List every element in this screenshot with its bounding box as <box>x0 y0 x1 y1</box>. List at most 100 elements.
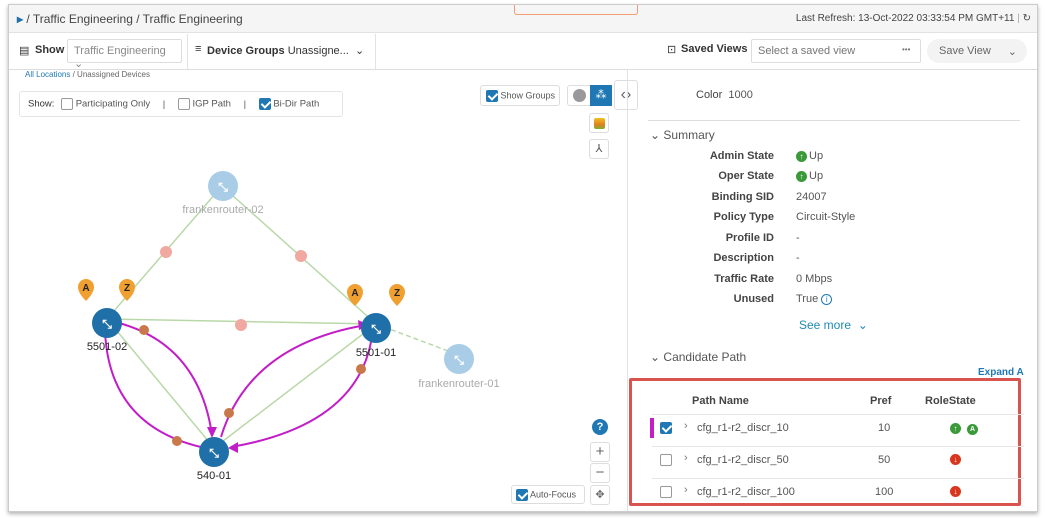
show-groups-toggle[interactable]: Show Groups <box>480 85 560 106</box>
zoom-out-button[interactable]: − <box>590 463 610 483</box>
igp-path-label: IGP Path <box>192 98 231 110</box>
summary-key: Traffic Rate <box>714 273 774 285</box>
summary-key: Profile ID <box>725 232 774 244</box>
participating-only-label: Participating Only <box>75 98 151 110</box>
path-hop-dot <box>139 325 149 335</box>
link[interactable] <box>106 318 215 449</box>
save-view-label: Save View <box>939 45 991 57</box>
all-locations-link[interactable]: All Locations <box>25 70 70 79</box>
more-options-button[interactable]: ••• <box>902 45 910 54</box>
last-refresh: Last Refresh: 13-Oct-2022 03:33:54 PM GM… <box>796 13 1031 24</box>
expand-all-link[interactable]: Expand A <box>978 367 1024 378</box>
router-glyph: ⤡ <box>209 446 219 460</box>
see-more-link[interactable]: See more ⌄ <box>799 318 868 332</box>
saved-view-input[interactable] <box>751 39 921 63</box>
node-label: frankenrouter-02 <box>182 204 263 216</box>
link-down-icon[interactable] <box>295 250 307 262</box>
chevron-down-icon: ⌄ <box>650 128 661 142</box>
divider <box>187 34 188 70</box>
globe-icon[interactable] <box>573 89 586 102</box>
column-header-path-name: Path Name <box>692 395 749 407</box>
summary-row: Policy Type Circuit-Style <box>628 211 1037 227</box>
zoom-in-button[interactable]: + <box>590 442 610 462</box>
list-icon: ≡ <box>195 43 202 55</box>
show-select[interactable]: Traffic Engineering ⌄ <box>67 39 182 70</box>
auto-focus-checkbox[interactable] <box>516 489 528 501</box>
bidir-path-label: Bi-Dir Path <box>273 98 320 110</box>
node-label: 5501-02 <box>87 341 127 353</box>
save-view-button[interactable]: Save View ⌄ <box>927 39 1027 63</box>
candidate-path-toggle[interactable]: ⌄ Candidate Path <box>650 350 746 364</box>
igp-path-checkbox[interactable] <box>177 98 190 110</box>
auto-focus-label: Auto-Focus <box>530 489 577 500</box>
up-icon: ↑ <box>950 423 961 434</box>
summary-toggle[interactable]: ⌄ Summary <box>650 128 715 142</box>
topology-icon[interactable]: ⁂ <box>590 85 612 106</box>
info-icon[interactable]: i <box>821 294 833 305</box>
participating-only-checkbox[interactable] <box>61 98 74 110</box>
summary-value: Up <box>809 150 824 162</box>
auto-focus-toggle[interactable]: Auto-Focus <box>511 485 585 504</box>
show-label: Show <box>35 44 65 56</box>
chevron-right-icon[interactable]: › <box>684 452 688 464</box>
router-glyph: ⤡ <box>454 353 464 367</box>
summary-value: 0 Mbps <box>796 273 833 285</box>
summary-key: Binding SID <box>711 191 774 203</box>
active-icon: A <box>967 424 978 435</box>
down-icon: ↓ <box>950 454 961 465</box>
path-segment[interactable] <box>118 322 213 436</box>
chevron-right-icon[interactable]: › <box>684 420 688 432</box>
row-checkbox[interactable] <box>660 422 672 434</box>
chevron-down-icon: ⌄ <box>354 45 365 57</box>
divider: | <box>243 98 247 110</box>
router-glyph: ⤡ <box>371 322 381 336</box>
summary-list: Admin State ↑ Up Oper State ↑ Up Binding SID… <box>628 150 1037 320</box>
help-button[interactable]: ? <box>592 419 608 435</box>
divider <box>375 34 376 70</box>
arrowhead <box>228 442 238 453</box>
summary-key: Oper State <box>718 170 774 182</box>
candidate-path-table: Path Name Pref RoleState › cfg_r1-r2_dis… <box>629 378 1024 506</box>
column-header-pref: Pref <box>870 395 892 407</box>
table-row[interactable]: › cfg_r1-r2_discr_50 50 ↓ <box>652 446 1024 472</box>
link-down-icon[interactable] <box>235 319 247 331</box>
node-label: frankenrouter-01 <box>418 378 499 390</box>
summary-row: Traffic Rate 0 Mbps <box>628 273 1037 289</box>
row-checkbox[interactable] <box>660 454 672 466</box>
summary-row: Description - <box>628 252 1037 268</box>
node-label: 5501-01 <box>356 347 396 359</box>
show-groups-checkbox[interactable] <box>486 90 498 102</box>
filter-bar: Show: Participating Only | IGP Path | Bi… <box>19 91 343 117</box>
row-checkbox[interactable] <box>660 486 672 498</box>
refresh-icon[interactable]: ↻ <box>1023 13 1031 24</box>
table-row[interactable]: › cfg_r1-r2_discr_100 100 ↓ <box>652 478 1024 504</box>
up-icon: ↑ <box>796 170 807 182</box>
table-row[interactable]: › cfg_r1-r2_discr_10 10 ↑ A <box>650 414 1024 440</box>
arrowhead <box>207 427 217 438</box>
path-segment[interactable] <box>220 324 367 438</box>
summary-value: True <box>796 293 819 305</box>
summary-title: Summary <box>663 128 715 142</box>
path-hop-dot <box>356 364 366 374</box>
divider: | <box>162 98 166 110</box>
topology-map[interactable]: frankenrouter-02 5501-02 5501-01 franken… <box>9 125 609 505</box>
path-pref: 100 <box>875 486 894 498</box>
device-groups-value: Unassigne... <box>287 45 349 57</box>
marker-letter: Z <box>394 288 400 299</box>
summary-key: Admin State <box>709 150 774 162</box>
path-pref: 50 <box>878 454 891 466</box>
path-segment[interactable] <box>230 335 373 448</box>
up-icon: ↑ <box>796 150 807 162</box>
node-label: 540-01 <box>197 470 231 482</box>
home-icon[interactable]: ▸ <box>17 12 23 26</box>
chevron-right-icon[interactable]: › <box>684 484 688 496</box>
device-groups-label: Device Groups <box>207 45 285 57</box>
bidir-path-checkbox[interactable] <box>258 98 271 110</box>
path-pref: 10 <box>878 422 891 434</box>
recenter-icon[interactable]: ✥ <box>590 485 610 505</box>
see-more-label: See more <box>799 318 852 332</box>
device-groups-select[interactable]: Device Groups Unassigne... ⌄ <box>207 44 364 57</box>
link-down-icon[interactable] <box>160 246 172 258</box>
divider <box>648 120 1020 121</box>
router-glyph: ⤡ <box>102 317 112 331</box>
